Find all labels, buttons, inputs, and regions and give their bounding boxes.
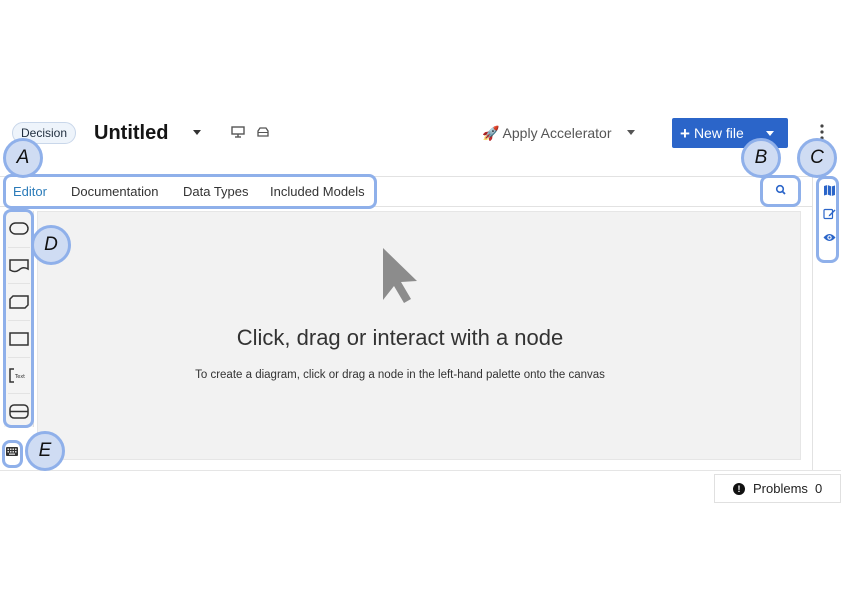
highlight-palette — [3, 209, 34, 428]
new-file-dropdown-icon[interactable] — [766, 131, 774, 136]
status-bar-divider — [0, 470, 841, 471]
right-sidebar-divider — [812, 176, 813, 470]
title-dropdown-icon[interactable] — [193, 130, 201, 135]
highlight-keyboard — [2, 440, 23, 468]
problems-count: 0 — [815, 481, 823, 496]
file-title[interactable]: Untitled — [94, 120, 168, 146]
accelerator-dropdown-icon[interactable] — [627, 130, 635, 135]
empty-state-title: Click, drag or interact with a node — [236, 325, 564, 350]
annotation-label-b: B — [741, 138, 781, 178]
hard-drive-icon[interactable] — [256, 126, 270, 138]
highlight-right-sidebar — [816, 176, 839, 263]
annotation-label-d: D — [31, 225, 71, 265]
highlight-search — [760, 175, 801, 207]
alert-icon: ! — [733, 483, 745, 495]
plus-icon: + — [680, 124, 690, 143]
annotation-label-a: A — [3, 138, 43, 178]
annotation-label-e: E — [25, 431, 65, 471]
annotation-label-c: C — [797, 138, 837, 178]
highlight-tabs — [3, 174, 377, 209]
new-file-label: New file — [693, 125, 744, 141]
cursor-pointer-icon — [383, 248, 417, 303]
problems-button[interactable]: ! Problems 0 — [714, 474, 841, 503]
desktop-icon[interactable] — [231, 126, 245, 138]
apply-accelerator-button[interactable]: 🚀 Apply Accelerator — [482, 124, 612, 142]
empty-state-subtitle: To create a diagram, click or drag a nod… — [195, 369, 605, 381]
problems-label: Problems — [753, 481, 808, 496]
